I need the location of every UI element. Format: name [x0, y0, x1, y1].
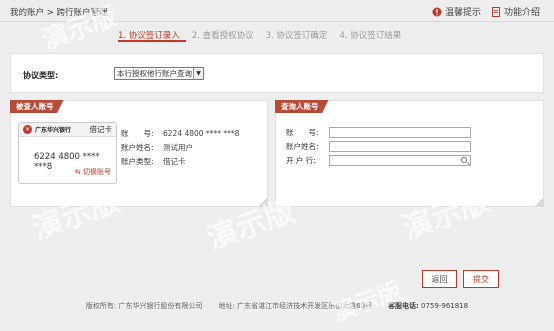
info-value: 借记卡: [163, 156, 186, 166]
queried-account-tag: 被查人账号: [10, 100, 64, 113]
form-row: 账户姓名:: [286, 139, 471, 153]
phone-label: 客服电话:: [387, 302, 419, 310]
opening-bank-input[interactable]: [329, 154, 471, 166]
phone-number: 0759-961818: [421, 302, 469, 310]
back-button[interactable]: 返回: [422, 270, 457, 288]
step-2: 2. 查看授权协议: [191, 31, 254, 41]
features-link[interactable]: 功能介绍: [491, 5, 540, 18]
form-row: 账 号:: [286, 125, 471, 139]
card-type: 借记卡: [89, 125, 113, 134]
info-row: 账户姓名: 测试用户: [121, 140, 239, 154]
tips-link[interactable]: 温馨提示: [432, 5, 481, 18]
active-step-underline: [118, 40, 186, 42]
submit-button[interactable]: 提交: [463, 270, 499, 288]
switch-label: 切换账号: [83, 168, 111, 176]
account-number-label: 账 号:: [286, 127, 319, 137]
queried-account-info: 账 号: 6224 4800 **** ***8 账户姓名: 测试用户 账户类型…: [121, 126, 239, 168]
querier-form: 账 号: 账户姓名: 开 户 行:: [286, 125, 471, 167]
info-key: 账户类型:: [121, 156, 154, 166]
info-key: 账 号:: [121, 128, 154, 138]
agreement-type-value: 本行授权他行账户查询: [117, 69, 192, 78]
queried-account-panel: 被查人账号 ✕ 广东华兴银行 借记卡 6224 4800 **** ***8 ⇆…: [10, 100, 268, 207]
opening-bank-label: 开 户 行:: [286, 155, 316, 165]
bank-logo-icon: ✕: [23, 125, 32, 134]
info-key: 账户姓名:: [121, 142, 154, 152]
footer: 版权所有: 广东华兴银行股份有限公司 地址: 广东省湛江市经济技术开发区乐山大道…: [0, 296, 554, 316]
top-bar: 我的账户 > 跨行账户管理 温馨提示 功能介绍: [0, 0, 554, 22]
panel-fold-corner: [534, 197, 544, 207]
account-name-input[interactable]: [329, 140, 471, 152]
info-row: 账户类型: 借记卡: [121, 154, 239, 168]
querier-account-tag: 查询人账号: [275, 100, 329, 113]
card-header: ✕ 广东华兴银行 借记卡: [19, 123, 116, 137]
top-links: 温馨提示 功能介绍: [432, 5, 540, 18]
querier-account-panel: 查询人账号 账 号: 账户姓名: 开 户 行:: [275, 100, 544, 207]
switch-account-link[interactable]: ⇆ 切换账号: [75, 167, 111, 177]
search-icon[interactable]: [461, 156, 467, 163]
form-row: 开 户 行:: [286, 153, 471, 167]
tips-label: 温馨提示: [444, 8, 481, 18]
agreement-type-select[interactable]: 本行授权他行账户查询 ▼: [114, 67, 204, 80]
account-number-input[interactable]: [329, 126, 471, 138]
panel-fold-corner: [258, 197, 268, 207]
step-4: 4. 协议签订结果: [339, 31, 402, 41]
info-row: 账 号: 6224 4800 **** ***8: [121, 126, 239, 140]
features-label: 功能介绍: [503, 8, 540, 18]
service-phone: 客服电话: 0759-961818: [388, 301, 468, 311]
copyright: 版权所有: 广东华兴银行股份有限公司: [85, 302, 203, 310]
step-3: 3. 协议签订确定: [265, 31, 328, 41]
chevron-down-icon: ▼: [193, 68, 203, 79]
breadcrumb: 我的账户 > 跨行账户管理: [10, 8, 108, 18]
agreement-type-panel: 协议类型: 本行授权他行账户查询 ▼: [10, 53, 544, 93]
switch-icon: ⇆: [74, 168, 81, 176]
document-icon: [491, 6, 500, 17]
address: 地址: 广东省湛江市经济技术开发区乐山大道60号: [218, 302, 372, 310]
bank-name: 广东华兴银行: [35, 127, 72, 134]
info-value: 测试用户: [163, 142, 193, 152]
bank-card: ✕ 广东华兴银行 借记卡 6224 4800 **** ***8 ⇆ 切换账号: [18, 122, 117, 184]
info-value: 6224 4800 **** ***8: [163, 128, 240, 138]
agreement-type-label: 协议类型:: [23, 71, 59, 80]
warm-tips-icon: [432, 7, 442, 16]
account-name-label: 账户姓名:: [286, 141, 319, 151]
